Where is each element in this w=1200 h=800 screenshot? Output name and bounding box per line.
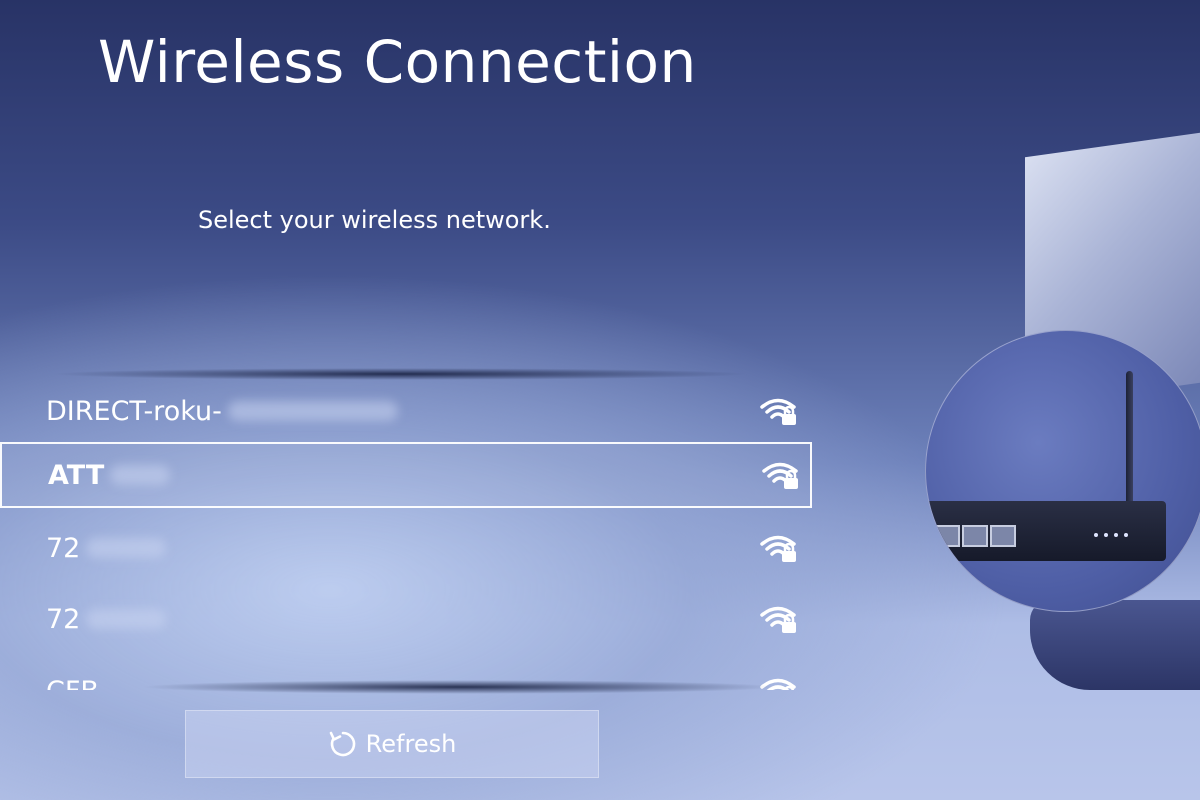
network-item-72-a[interactable]: 72 — [0, 515, 812, 581]
list-bottom-divider — [140, 680, 780, 694]
router-stand-illustration — [1030, 600, 1200, 690]
redacted-text — [86, 609, 167, 629]
network-name: ATT — [48, 460, 171, 491]
network-list[interactable]: DIRECT-roku- ATT 72 72 — [0, 378, 820, 690]
router-port — [962, 525, 988, 547]
instruction-text: Select your wireless network. — [198, 206, 551, 234]
router-antenna — [1126, 371, 1133, 511]
network-item-att[interactable]: ATT — [0, 442, 812, 508]
wifi-lock-icon — [760, 535, 796, 562]
refresh-icon — [329, 731, 355, 757]
router-led — [1104, 533, 1108, 537]
network-name: CFB — [46, 676, 99, 691]
network-item-direct-roku[interactable]: DIRECT-roku- — [0, 378, 812, 444]
router-led — [1124, 533, 1128, 537]
network-item-72-b[interactable]: 72 — [0, 586, 812, 652]
network-name: 72 — [46, 533, 167, 564]
router-illustration — [925, 330, 1200, 612]
network-name: 72 — [46, 604, 167, 635]
router-port — [934, 525, 960, 547]
refresh-button[interactable]: Refresh — [185, 710, 599, 778]
wifi-lock-icon — [762, 462, 798, 489]
router-port — [990, 525, 1016, 547]
router-led — [1114, 533, 1118, 537]
refresh-label: Refresh — [365, 730, 457, 758]
page-title: Wireless Connection — [98, 28, 697, 96]
redacted-text — [227, 401, 398, 421]
router-led — [1094, 533, 1098, 537]
wifi-lock-icon — [760, 398, 796, 425]
redacted-text — [86, 538, 167, 558]
network-name: DIRECT-roku- — [46, 396, 398, 427]
redacted-text — [110, 465, 171, 485]
wifi-lock-icon — [760, 606, 796, 633]
